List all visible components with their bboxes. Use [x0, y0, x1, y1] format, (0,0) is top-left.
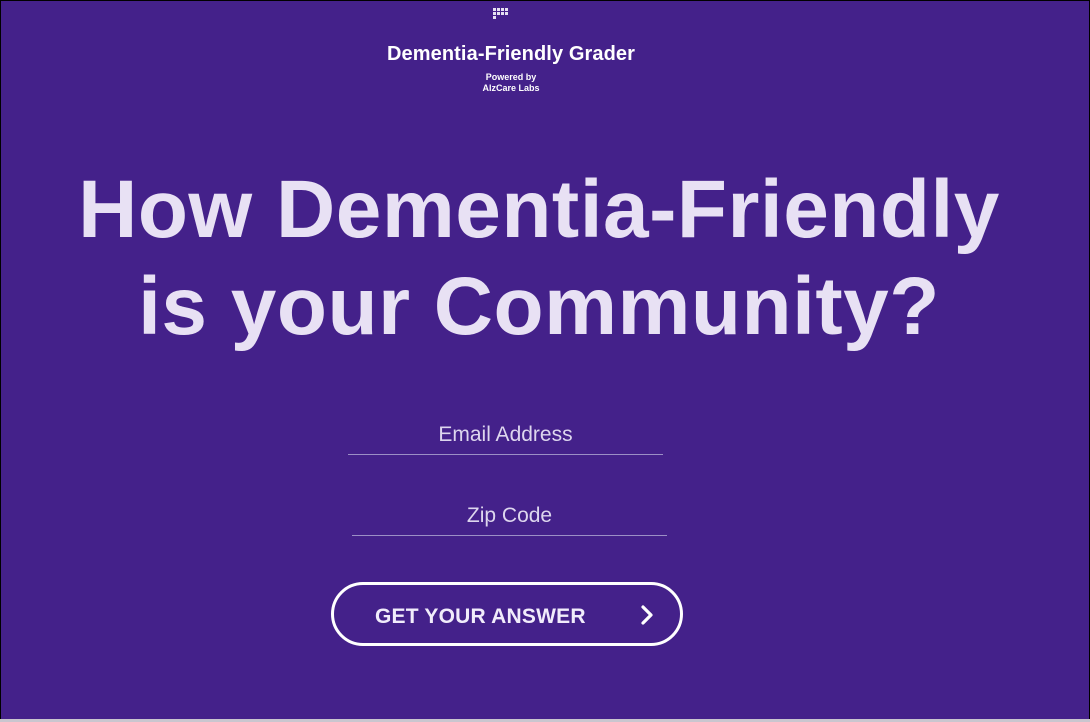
- zip-field-wrapper: [352, 504, 667, 536]
- landing-page: Dementia-Friendly Grader Powered by AlzC…: [1, 1, 1089, 719]
- grid-icon[interactable]: [492, 6, 508, 20]
- company-name: AlzCare Labs: [482, 83, 540, 93]
- powered-by: Powered by AlzCare Labs: [1, 72, 1021, 94]
- app-title: Dementia-Friendly Grader: [386, 43, 636, 65]
- headline-line-1: How Dementia-Friendly: [78, 164, 1000, 255]
- brand-header: Dementia-Friendly Grader Powered by AlzC…: [1, 43, 1021, 94]
- email-field-wrapper: [348, 423, 663, 455]
- get-your-answer-button[interactable]: GET YOUR ANSWER: [331, 582, 683, 646]
- powered-by-line: Powered by: [485, 72, 537, 82]
- headline-line-2: is your Community?: [138, 261, 940, 352]
- chevron-right-icon: [637, 603, 657, 627]
- email-field[interactable]: [348, 423, 663, 454]
- zip-code-field[interactable]: [352, 504, 667, 535]
- get-your-answer-label: GET YOUR ANSWER: [375, 605, 586, 628]
- hero-headline: How Dementia-Friendly is your Community?: [1, 161, 1077, 355]
